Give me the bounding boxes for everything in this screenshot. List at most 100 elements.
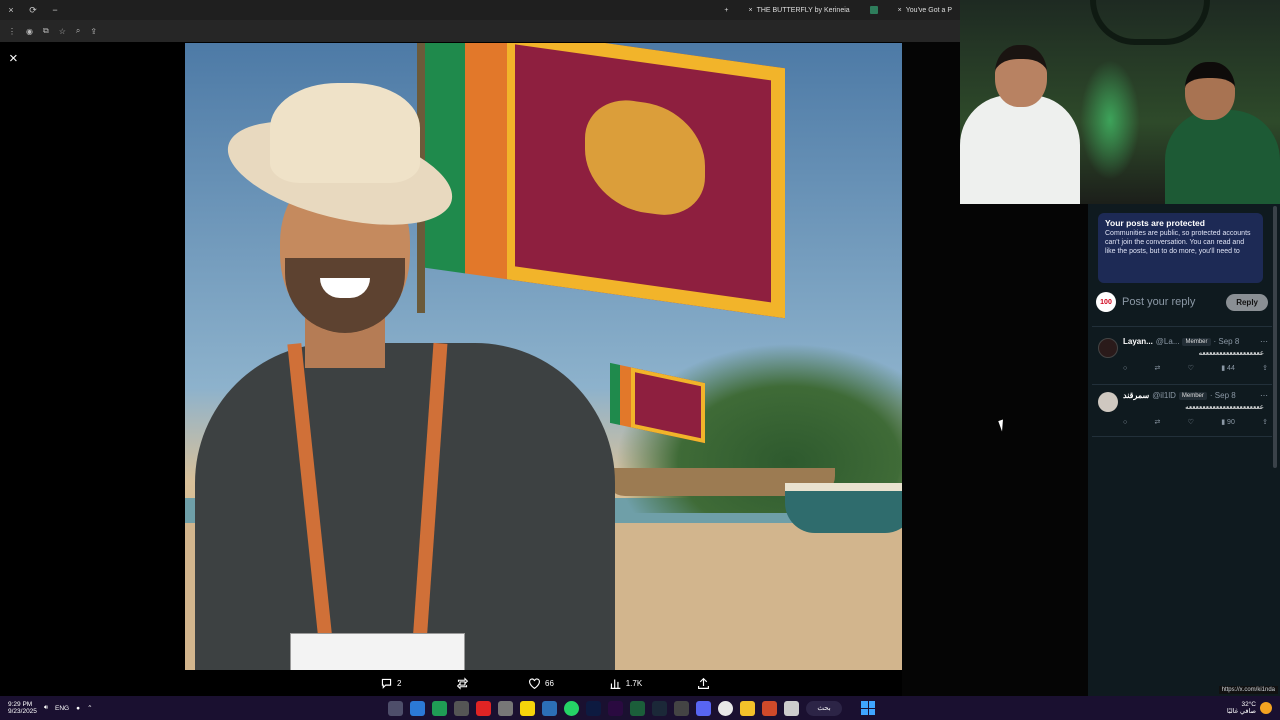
- youtube-icon[interactable]: [476, 700, 491, 716]
- tab-label: THE BUTTERFLY by Kerineia: [756, 6, 850, 14]
- close-viewer-icon[interactable]: ×: [9, 50, 18, 67]
- tab-butterfly[interactable]: × THE BUTTERFLY by Kerineia: [740, 0, 857, 20]
- notice-title: Your posts are protected: [1105, 218, 1205, 228]
- calculator-icon[interactable]: [454, 700, 469, 716]
- tab-youve-got[interactable]: × You've Got a P: [890, 0, 960, 20]
- reply-author-handle[interactable]: @La...: [1156, 337, 1180, 346]
- weather-sun-icon: [1260, 702, 1272, 714]
- weather-temp: 32°C: [1241, 700, 1256, 708]
- search-icon[interactable]: ⌕: [76, 26, 80, 36]
- clock-date: 9/23/2025: [8, 708, 37, 715]
- photoshop-icon[interactable]: [586, 700, 601, 716]
- views-button[interactable]: ▮ 90: [1221, 418, 1235, 427]
- avatar[interactable]: [1098, 338, 1118, 358]
- reply-button[interactable]: 2: [380, 677, 401, 690]
- streamer-right: [1165, 110, 1280, 204]
- protected-posts-notice: Your posts are protected Communities are…: [1098, 213, 1263, 283]
- app-icon[interactable]: [762, 700, 777, 716]
- reply-item[interactable]: سمرقند @il1lD Member · Sep 8 ⋯ ععععععععع…: [1096, 388, 1268, 440]
- tray-overflow-icon[interactable]: ⌃: [87, 704, 92, 712]
- repost-button[interactable]: [456, 676, 473, 690]
- reply-icon[interactable]: ○: [1123, 419, 1127, 426]
- repost-icon[interactable]: ⇄: [1155, 364, 1161, 372]
- reply-date[interactable]: · Sep 8: [1210, 391, 1236, 400]
- notes-icon[interactable]: [520, 700, 535, 716]
- share-icon[interactable]: ⇪: [90, 27, 97, 36]
- tab-close-icon[interactable]: ×: [748, 7, 752, 14]
- reply-submit-button[interactable]: Reply: [1226, 293, 1268, 311]
- heart-icon[interactable]: ♡: [1188, 364, 1194, 372]
- views-button[interactable]: 1.7K: [609, 677, 642, 690]
- reply-item[interactable]: Layan... @La... Member · Sep 8 ⋯ ععععععع…: [1096, 334, 1268, 386]
- app-icon[interactable]: [784, 700, 799, 716]
- file-explorer-icon[interactable]: [740, 700, 755, 716]
- chrome-icon[interactable]: [718, 700, 733, 716]
- steam-icon[interactable]: [652, 700, 667, 716]
- whatsapp-icon[interactable]: [564, 700, 579, 716]
- reply-input[interactable]: Post your reply: [1122, 296, 1220, 308]
- more-options-icon[interactable]: ⋯: [1260, 391, 1268, 400]
- status-url: https://x.com/ki1nda: [1218, 686, 1278, 694]
- reply-author-name[interactable]: Layan...: [1123, 337, 1153, 346]
- reply-text: ععععععععععععععععععه: [1198, 350, 1265, 357]
- member-badge: Member: [1178, 391, 1207, 400]
- new-tab-button[interactable]: +: [716, 0, 736, 20]
- tab-list: + × THE BUTTERFLY by Kerineia × You've G…: [716, 0, 960, 20]
- views-button[interactable]: ▮ 44: [1221, 364, 1235, 373]
- language-indicator[interactable]: ENG: [55, 705, 69, 712]
- more-options-icon[interactable]: ⋯: [1260, 337, 1268, 346]
- taskbar-search[interactable]: بحث: [806, 700, 842, 716]
- minimize-icon[interactable]: −: [44, 5, 66, 15]
- webcam-overlay: [960, 0, 1280, 204]
- app-icon[interactable]: [388, 700, 403, 716]
- reply-icon[interactable]: ○: [1123, 365, 1127, 372]
- xbox-icon[interactable]: [432, 700, 447, 716]
- discord-icon[interactable]: [696, 700, 711, 716]
- avatar[interactable]: [1098, 392, 1118, 412]
- weather-desc: صافي غالبًا: [1226, 708, 1256, 715]
- post-photo[interactable]: [185, 43, 902, 670]
- microphone-icon[interactable]: ●: [76, 705, 80, 712]
- menu-dots-icon[interactable]: ⋮: [8, 27, 16, 36]
- like-button[interactable]: 66: [528, 677, 554, 690]
- clock[interactable]: 9:29 PM 9/23/2025: [8, 701, 37, 715]
- heart-icon[interactable]: ♡: [1188, 418, 1194, 426]
- repost-icon[interactable]: ⇄: [1155, 418, 1161, 426]
- divider: [1092, 326, 1272, 327]
- user-avatar: 100: [1096, 292, 1116, 312]
- streamer-left: [960, 95, 1080, 204]
- app-icon[interactable]: [674, 700, 689, 716]
- views-chart-icon: [610, 678, 621, 689]
- tab-favicon-only[interactable]: [862, 0, 886, 20]
- reload-icon[interactable]: ⟳: [22, 5, 44, 16]
- volume-icon[interactable]: 🔊︎: [44, 704, 48, 712]
- share-button[interactable]: [697, 677, 710, 690]
- member-badge: Member: [1182, 337, 1211, 346]
- like-count: 66: [545, 678, 554, 688]
- reply-icon: [381, 678, 392, 689]
- start-button-icon[interactable]: [861, 701, 875, 715]
- share-icon[interactable]: ⇪: [1262, 364, 1268, 372]
- bookmark-icon[interactable]: ☆: [59, 27, 66, 36]
- profile-icon[interactable]: ◉: [26, 27, 33, 36]
- search-label: بحث: [817, 705, 831, 712]
- reply-author-name[interactable]: سمرقند: [1123, 391, 1149, 400]
- share-icon[interactable]: ⇪: [1262, 418, 1268, 426]
- streamer-left-head: [995, 45, 1047, 107]
- app-icon[interactable]: [498, 700, 513, 716]
- reply-date[interactable]: · Sep 8: [1214, 337, 1240, 346]
- premiere-icon[interactable]: [608, 700, 623, 716]
- excel-icon[interactable]: [630, 700, 645, 716]
- tab-close-icon[interactable]: ×: [898, 7, 902, 14]
- reply-author-handle[interactable]: @il1lD: [1152, 391, 1176, 400]
- extension-icon[interactable]: ⧉: [43, 26, 49, 36]
- divider: [1092, 436, 1272, 437]
- view-count: 1.7K: [625, 678, 643, 688]
- panel-scrollbar[interactable]: [1273, 206, 1277, 468]
- window-close-icon[interactable]: ×: [0, 5, 22, 15]
- held-paper: [290, 633, 465, 670]
- weather-widget[interactable]: 32°C صافي غالبًا: [1227, 701, 1272, 715]
- word-icon[interactable]: [410, 700, 425, 716]
- view-count: 44: [1227, 364, 1235, 372]
- photos-icon[interactable]: [542, 700, 557, 716]
